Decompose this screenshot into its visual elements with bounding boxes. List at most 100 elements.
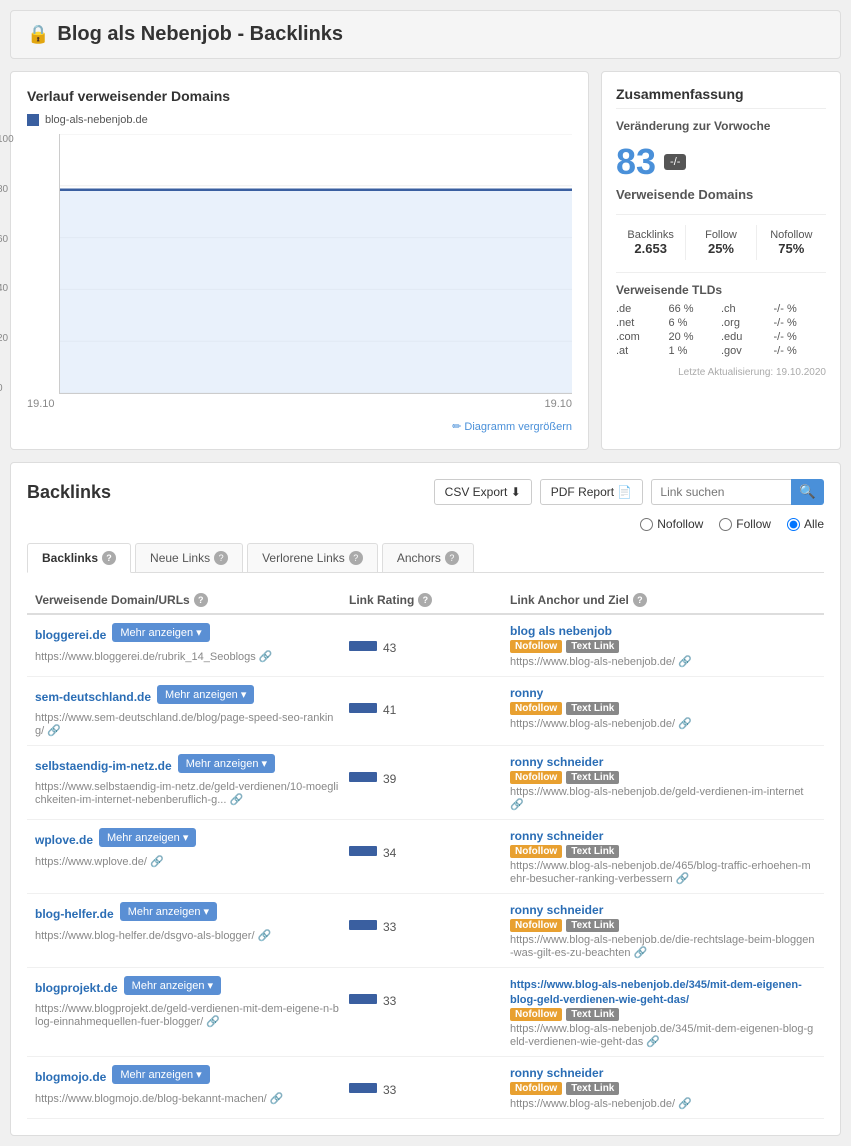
tab-neue-links-label: Neue Links: [150, 551, 210, 565]
rating-num-7: 33: [383, 1083, 396, 1097]
rating-bar-6: [349, 994, 377, 1004]
domain-link-7[interactable]: blogmojo.de: [35, 1070, 106, 1084]
anchor-col-5: ronny schneider Nofollow Text Link https…: [510, 902, 816, 959]
rating-num-1: 43: [383, 641, 396, 655]
mehr-button-4[interactable]: Mehr anzeigen ▾: [99, 828, 196, 847]
anchor-link-4[interactable]: ronny schneider: [510, 829, 603, 843]
mehr-button-2[interactable]: Mehr anzeigen ▾: [157, 685, 254, 704]
pdf-report-button[interactable]: PDF Report 📄: [540, 479, 644, 505]
filter-alle-label[interactable]: Alle: [787, 517, 824, 531]
tab-neue-links-help[interactable]: ?: [214, 551, 228, 565]
tab-backlinks-label: Backlinks: [42, 551, 98, 565]
anchor-link-3[interactable]: ronny schneider: [510, 755, 603, 769]
domain-url-5: https://www.blog-helfer.de/dsgvo-als-blo…: [35, 929, 341, 942]
tld-at-val: 1 %: [669, 345, 722, 357]
stat-follow-value: 25%: [686, 241, 755, 256]
tab-backlinks[interactable]: Backlinks ?: [27, 543, 131, 573]
rating-bar-4: [349, 846, 377, 856]
anchor-col-6: https://www.blog-als-nebenjob.de/345/mit…: [510, 976, 816, 1048]
filter-alle-radio[interactable]: [787, 518, 800, 531]
anchor-col-4: ronny schneider Nofollow Text Link https…: [510, 828, 816, 885]
rating-col-3: 39: [349, 754, 502, 786]
tld-gov-val: -/- %: [774, 345, 827, 357]
stat-nofollow: Nofollow 75%: [757, 225, 826, 260]
legend-dot: [27, 114, 39, 126]
change-section-title: Veränderung zur Vorwoche: [616, 119, 826, 133]
anchor-link-1[interactable]: blog als nebenjob: [510, 624, 612, 638]
table-row: blogmojo.de Mehr anzeigen ▾ https://www.…: [27, 1057, 824, 1119]
tag-textlink-5: Text Link: [566, 919, 619, 932]
tab-verlorene-links-label: Verlorene Links: [262, 551, 345, 565]
domain-link-5[interactable]: blog-helfer.de: [35, 907, 114, 921]
domain-link-6[interactable]: blogprojekt.de: [35, 981, 118, 995]
tab-verlorene-links[interactable]: Verlorene Links ?: [247, 543, 378, 572]
anchor-link-6[interactable]: https://www.blog-als-nebenjob.de/345/mit…: [510, 979, 802, 1006]
anchor-tags-2: Nofollow Text Link: [510, 702, 816, 715]
csv-export-button[interactable]: CSV Export ⬇: [434, 479, 532, 505]
rating-bar-3: [349, 772, 377, 782]
enlarge-link[interactable]: ✏ Diagramm vergrößern: [452, 421, 572, 433]
change-row: 83 -/-: [616, 141, 826, 183]
anchor-link-7[interactable]: ronny schneider: [510, 1066, 603, 1080]
tab-verlorene-links-help[interactable]: ?: [349, 551, 363, 565]
col-domain-help[interactable]: ?: [194, 593, 208, 607]
tld-org-val: -/- %: [774, 317, 827, 329]
mehr-button-3[interactable]: Mehr anzeigen ▾: [178, 754, 275, 773]
domain-link-2[interactable]: sem-deutschland.de: [35, 690, 151, 704]
anchor-link-2[interactable]: ronny: [510, 686, 543, 700]
col-rating-help[interactable]: ?: [418, 593, 432, 607]
col-domain-header: Verweisende Domain/URLs ?: [35, 593, 341, 607]
search-button[interactable]: 🔍: [791, 479, 824, 505]
tab-anchors[interactable]: Anchors ?: [382, 543, 474, 572]
tab-neue-links[interactable]: Neue Links ?: [135, 543, 243, 572]
rating-num-4: 34: [383, 846, 396, 860]
domain-link-1[interactable]: bloggerei.de: [35, 628, 106, 642]
table-row: sem-deutschland.de Mehr anzeigen ▾ https…: [27, 677, 824, 746]
tld-com: .com: [616, 331, 669, 343]
legend-label: blog-als-nebenjob.de: [45, 114, 148, 126]
mehr-button-7[interactable]: Mehr anzeigen ▾: [112, 1065, 209, 1084]
mehr-button-1[interactable]: Mehr anzeigen ▾: [112, 623, 209, 642]
table-row: wplove.de Mehr anzeigen ▾ https://www.wp…: [27, 820, 824, 894]
stat-follow-label: Follow: [686, 229, 755, 241]
domain-link-4[interactable]: wplove.de: [35, 833, 93, 847]
anchor-col-3: ronny schneider Nofollow Text Link https…: [510, 754, 816, 811]
col-anchor-help[interactable]: ?: [633, 593, 647, 607]
anchor-url-6: https://www.blog-als-nebenjob.de/345/mit…: [510, 1023, 816, 1048]
table-row: selbstaendig-im-netz.de Mehr anzeigen ▾ …: [27, 746, 824, 820]
tab-backlinks-help[interactable]: ?: [102, 551, 116, 565]
verweisende-domains-label: Verweisende Domains: [616, 187, 826, 202]
tab-anchors-help[interactable]: ?: [445, 551, 459, 565]
rating-num-3: 39: [383, 772, 396, 786]
domain-url-2: https://www.sem-deutschland.de/blog/page…: [35, 712, 341, 737]
rating-col-7: 33: [349, 1065, 502, 1097]
chart-footer: 19.10 19.10: [27, 398, 572, 410]
search-wrapper: 🔍: [651, 479, 824, 505]
chart-area: [59, 134, 572, 394]
chart-enlarge[interactable]: ✏ Diagramm vergrößern: [27, 418, 572, 433]
filter-nofollow-label[interactable]: Nofollow: [640, 517, 703, 531]
tld-gov: .gov: [721, 345, 774, 357]
domain-col-3: selbstaendig-im-netz.de Mehr anzeigen ▾ …: [35, 754, 341, 806]
col-rating-header: Link Rating ?: [349, 593, 502, 607]
table-header: Verweisende Domain/URLs ? Link Rating ? …: [27, 587, 824, 615]
tld-ch: .ch: [721, 303, 774, 315]
tag-nofollow-5: Nofollow: [510, 919, 562, 932]
filter-follow-label[interactable]: Follow: [719, 517, 771, 531]
rating-col-6: 33: [349, 976, 502, 1008]
anchor-link-5[interactable]: ronny schneider: [510, 903, 603, 917]
tag-textlink-1: Text Link: [566, 640, 619, 653]
search-input[interactable]: [651, 479, 791, 505]
filter-follow-radio[interactable]: [719, 518, 732, 531]
mehr-button-6[interactable]: Mehr anzeigen ▾: [124, 976, 221, 995]
col-rating-label: Link Rating: [349, 593, 414, 607]
rating-bar-2: [349, 703, 377, 713]
mehr-button-5[interactable]: Mehr anzeigen ▾: [120, 902, 217, 921]
domain-link-3[interactable]: selbstaendig-im-netz.de: [35, 759, 172, 773]
anchor-url-3: https://www.blog-als-nebenjob.de/geld-ve…: [510, 786, 816, 811]
filter-nofollow-radio[interactable]: [640, 518, 653, 531]
rating-bar-7: [349, 1083, 377, 1093]
rating-num-2: 41: [383, 703, 396, 717]
chart-y-labels: 100 80 60 40 20 0: [0, 134, 14, 394]
tld-org: .org: [721, 317, 774, 329]
